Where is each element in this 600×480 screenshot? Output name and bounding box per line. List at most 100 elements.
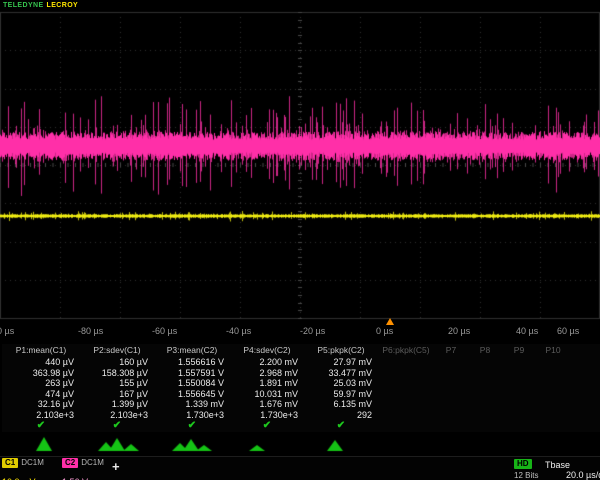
measure-value-cell <box>378 399 434 410</box>
measure-value-cell: 1.339 mV <box>154 399 230 410</box>
measure-value-cell: 1.730e+3 <box>154 410 230 421</box>
cursor-crosshair-icon[interactable]: + <box>112 459 120 474</box>
measure-value-cell <box>468 378 502 389</box>
measure-value-cell: 292 <box>304 410 378 421</box>
measure-value-cell <box>434 378 468 389</box>
measure-value-cell <box>536 368 570 379</box>
measure-value-cell <box>378 357 434 368</box>
measure-column-header[interactable]: P2:sdev(C1) <box>80 344 154 357</box>
measure-value-cell <box>468 410 502 421</box>
measure-value-cell: 363.98 µV <box>2 368 80 379</box>
measure-value-cell <box>536 378 570 389</box>
measure-column-header[interactable]: P10 <box>536 344 570 357</box>
measure-table: P1:mean(C1)P2:sdev(C1)P3:mean(C2)P4:sdev… <box>2 344 600 432</box>
c1-channel-badge[interactable]: C1 <box>2 458 18 468</box>
measure-value-cell <box>378 410 434 421</box>
measure-column-header[interactable]: P4:sdev(C2) <box>230 344 304 357</box>
measure-value-cell: 167 µV <box>80 389 154 400</box>
measure-value-cell <box>536 410 570 421</box>
measure-value-cell: 1.399 µV <box>80 399 154 410</box>
measure-value-cell: 27.97 mV <box>304 357 378 368</box>
time-axis-label: 0 µs <box>376 326 393 336</box>
measure-value-cell <box>468 399 502 410</box>
measure-value-cell <box>536 399 570 410</box>
measure-value-cell: 1.676 mV <box>230 399 304 410</box>
measure-value-cell <box>468 389 502 400</box>
measure-value-cell: 10.031 mV <box>230 389 304 400</box>
channel-c1-descriptor[interactable]: C1DC1M 10.0 mV <box>2 458 44 480</box>
measure-value-cell <box>434 410 468 421</box>
measure-value-cell: 474 µV <box>2 389 80 400</box>
measure-value-cell: 1.556616 V <box>154 357 230 368</box>
time-per-div-value: 20.0 µs/div <box>566 470 600 480</box>
measure-value-cell <box>502 389 536 400</box>
time-axis-label: -100 µs <box>0 326 14 336</box>
time-axis-label: -40 µs <box>226 326 251 336</box>
measure-value-cell: 1.730e+3 <box>230 410 304 421</box>
c2-coupling-label: DC1M <box>81 458 104 467</box>
measure-column-header[interactable]: P5:pkpk(C2) <box>304 344 378 357</box>
measure-value-cell <box>378 368 434 379</box>
measure-value-cell <box>502 410 536 421</box>
measure-value-cell: 155 µV <box>80 378 154 389</box>
trigger-position-marker[interactable] <box>386 318 394 325</box>
brand-logo: TELEDYNELECROY <box>3 2 78 9</box>
bottom-bar: C1DC1M 10.0 mV C2DC1M 1.56 V + HD Tbase … <box>0 456 600 480</box>
measure-value-cell <box>536 389 570 400</box>
time-axis-label: 20 µs <box>448 326 470 336</box>
time-axis-label: -60 µs <box>152 326 177 336</box>
measure-column-header[interactable]: P7 <box>434 344 468 357</box>
measure-value-cell <box>468 357 502 368</box>
measure-value-cell <box>468 368 502 379</box>
timebase-label[interactable]: Tbase <box>545 460 570 470</box>
measure-value-cell: 263 µV <box>2 378 80 389</box>
measure-value-cell: 158.308 µV <box>80 368 154 379</box>
measure-value-cell: 33.477 mV <box>304 368 378 379</box>
time-axis-label: 40 µs <box>516 326 538 336</box>
measure-value-cell <box>502 378 536 389</box>
measure-value-cell: 160 µV <box>80 357 154 368</box>
measure-value-cell: 6.135 mV <box>304 399 378 410</box>
measure-value-cell <box>378 389 434 400</box>
waveform-display[interactable] <box>0 0 600 320</box>
time-axis-label: 60 µs <box>557 326 579 336</box>
brand-logo-part1: TELEDYNE <box>3 2 44 9</box>
measure-column-header[interactable]: P6:pkpk(C5) <box>378 344 434 357</box>
brand-logo-part2: LECROY <box>47 2 79 9</box>
measure-value-cell <box>536 357 570 368</box>
measure-value-cell: 25.03 mV <box>304 378 378 389</box>
measure-value-cell: 32.16 µV <box>2 399 80 410</box>
measure-value-cell: 1.556645 V <box>154 389 230 400</box>
c2-channel-badge[interactable]: C2 <box>62 458 78 468</box>
measure-column-header[interactable]: P9 <box>502 344 536 357</box>
measure-value-cell: 2.103e+3 <box>80 410 154 421</box>
c1-coupling-label: DC1M <box>21 458 44 467</box>
measure-value-cell <box>378 378 434 389</box>
measure-value-cell: 440 µV <box>2 357 80 368</box>
measure-value-cell <box>502 368 536 379</box>
time-axis-label: -20 µs <box>300 326 325 336</box>
measure-value-cell: 2.103e+3 <box>2 410 80 421</box>
time-axis-label: -80 µs <box>78 326 103 336</box>
histicon-strip[interactable] <box>0 430 600 456</box>
measure-value-cell <box>502 357 536 368</box>
measure-value-cell <box>434 389 468 400</box>
measure-column-header[interactable]: P1:mean(C1) <box>2 344 80 357</box>
time-axis: -100 µs -80 µs -60 µs -40 µs -20 µs 0 µs 20 µs… <box>0 322 600 340</box>
measure-value-cell: 1.891 mV <box>230 378 304 389</box>
measure-column-header[interactable]: P8 <box>468 344 502 357</box>
measure-value-cell <box>434 399 468 410</box>
measure-value-cell <box>434 368 468 379</box>
hd-mode-badge[interactable]: HD <box>514 459 532 469</box>
oscilloscope-screen: TELEDYNELECROY -100 µs -80 µs -60 µs -40 µs… <box>0 0 600 480</box>
measure-value-cell: 2.968 mV <box>230 368 304 379</box>
resolution-bits-label: 12 Bits <box>514 471 538 480</box>
measure-value-cell <box>502 399 536 410</box>
measure-value-cell <box>434 357 468 368</box>
measure-value-cell: 1.557591 V <box>154 368 230 379</box>
measure-value-cell: 1.550084 V <box>154 378 230 389</box>
measure-value-cell: 59.97 mV <box>304 389 378 400</box>
measure-value-cell: 2.200 mV <box>230 357 304 368</box>
channel-c2-descriptor[interactable]: C2DC1M 1.56 V <box>62 458 104 480</box>
measure-column-header[interactable]: P3:mean(C2) <box>154 344 230 357</box>
